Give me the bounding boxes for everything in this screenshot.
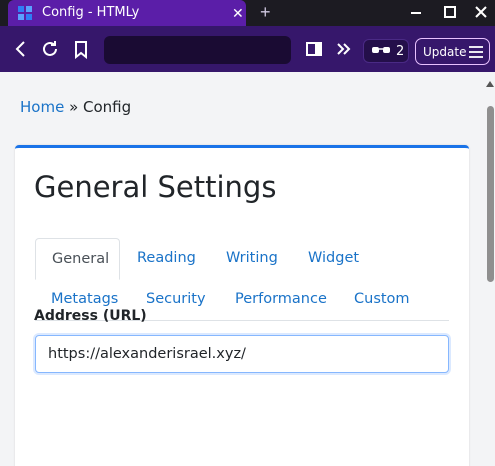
browser-titlebar: Config - HTMLy ✕ + — [0, 0, 495, 26]
breadcrumb: Home » Config — [20, 98, 131, 116]
sidebar-toggle-icon[interactable] — [304, 39, 324, 59]
tab-writing[interactable]: Writing — [226, 250, 278, 266]
shields-button[interactable]: 2 — [363, 39, 409, 63]
close-tab-icon[interactable]: ✕ — [232, 5, 244, 21]
update-button[interactable]: Update — [415, 38, 490, 65]
reload-icon[interactable] — [40, 39, 60, 59]
settings-card: General Settings General Reading Writing… — [15, 145, 469, 466]
address-url-input[interactable] — [35, 335, 449, 373]
minimize-icon[interactable] — [407, 3, 425, 21]
address-url-label: Address (URL) — [34, 308, 147, 324]
tab-security[interactable]: Security — [146, 291, 206, 307]
browser-toolbar: 2 Update — [0, 26, 495, 72]
close-window-icon[interactable] — [472, 3, 490, 21]
scroll-up-arrow-icon[interactable] — [486, 81, 494, 87]
browser-tab-title: Config - HTMLy — [42, 5, 140, 20]
tab-reading[interactable]: Reading — [137, 250, 196, 266]
shields-count: 2 — [396, 44, 405, 59]
tab-metatags[interactable]: Metatags — [51, 291, 118, 307]
breadcrumb-separator: » — [64, 98, 84, 116]
bookmark-icon[interactable] — [71, 39, 91, 59]
breadcrumb-current: Config — [83, 98, 132, 116]
back-icon[interactable] — [11, 39, 31, 59]
page-title: General Settings — [34, 170, 277, 204]
maximize-icon[interactable] — [441, 3, 459, 21]
htmly-favicon-icon — [18, 6, 32, 20]
browser-tab-active[interactable]: Config - HTMLy ✕ — [8, 0, 246, 26]
tab-performance[interactable]: Performance — [235, 291, 327, 307]
tab-custom[interactable]: Custom — [354, 291, 410, 307]
extensions-chevron-icon[interactable] — [334, 39, 354, 59]
scroll-thumb[interactable] — [487, 106, 494, 282]
new-tab-icon[interactable]: + — [260, 2, 271, 23]
address-bar[interactable] — [104, 36, 291, 64]
tab-general[interactable]: General — [35, 238, 120, 280]
glasses-icon — [372, 47, 390, 53]
update-label: Update — [423, 45, 467, 59]
page-scrollbar[interactable] — [485, 72, 495, 466]
tab-widget[interactable]: Widget — [308, 250, 359, 266]
breadcrumb-home-link[interactable]: Home — [20, 98, 64, 116]
page-content: Home » Config General Settings General R… — [0, 72, 495, 466]
menu-icon — [469, 46, 483, 58]
